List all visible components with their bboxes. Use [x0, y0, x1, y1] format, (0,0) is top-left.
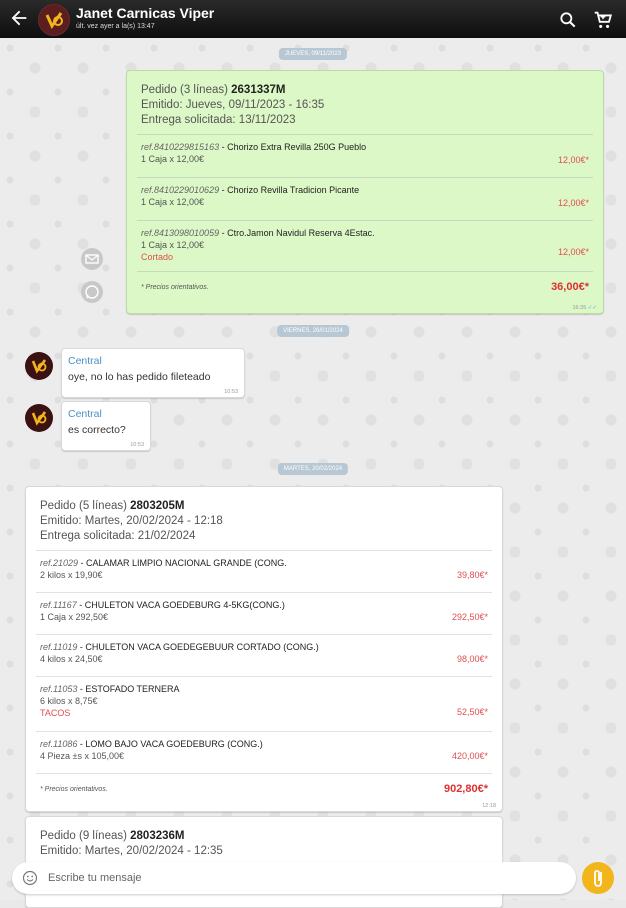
sender-name: Central [68, 355, 102, 367]
order-line: ref.21029 - CALAMAR LIMPIO NACIONAL GRAN… [36, 550, 492, 592]
order-header: Pedido (9 líneas) 2803236M Emitido: Mart… [26, 817, 502, 865]
date-chip: JUEVES, 09/11/2023 [278, 48, 348, 60]
order-title: Pedido (5 líneas) [40, 500, 131, 512]
line-ref: ref.11086 [40, 739, 78, 749]
order-footer: * Precios orientativos. 36,00€* [137, 271, 593, 302]
order-title: Pedido (9 líneas) [40, 830, 131, 842]
line-product: - Chorizo Revilla Tradicion Picante [219, 185, 360, 195]
date-chip: MARTES, 20/02/2024 [277, 463, 349, 475]
line-ref: ref.8413098010059 [141, 228, 220, 238]
line-note: Cortado [141, 252, 174, 262]
line-quantity: 6 kilos x 8,75€ [40, 696, 98, 706]
order-line: ref.11167 - CHULETON VACA GOEDEBURG 4-5K… [36, 592, 492, 634]
date-chip: VIERNES, 26/01/2024 [277, 325, 349, 337]
attach-button[interactable] [582, 862, 614, 894]
chat-header: Janet Carnicas Viper últ. vez ayer a la(… [0, 0, 626, 38]
line-product: - CALAMAR LIMPIO NACIONAL GRANDE (CONG. [78, 558, 287, 568]
back-arrow-icon[interactable] [8, 7, 30, 29]
line-ref: ref.11167 [40, 600, 77, 610]
order-line: ref.8410229815163 - Chorizo Extra Revill… [137, 134, 593, 177]
message-time: 10:53 [224, 389, 238, 395]
line-quantity: 1 Caja x 12,00€ [141, 197, 205, 207]
line-ref: ref.21029 [40, 558, 79, 568]
line-price: 292,50€* [451, 612, 488, 622]
emoji-icon[interactable] [22, 870, 38, 886]
message-input-bar[interactable]: Escribe tu mensaje [12, 862, 576, 894]
contact-name[interactable]: Janet Carnicas Viper [76, 5, 214, 21]
price-disclaimer: * Precios orientativos. [40, 786, 108, 793]
order-footer: * Precios orientativos. 902,80€* [36, 773, 492, 804]
order-header: Pedido (3 líneas) 2631337M Emitido: Juev… [127, 71, 603, 134]
line-price: 420,00€* [451, 751, 488, 761]
line-price: 12,00€* [557, 247, 589, 257]
line-note: TACOS [40, 708, 71, 718]
line-quantity: 4 kilos x 24,50€ [40, 654, 103, 664]
line-quantity: 1 Caja x 292,50€ [40, 612, 109, 622]
line-product: - Ctro.Jamon Navidul Reserva 4Estac. [219, 228, 375, 238]
line-quantity: 1 Caja x 12,00€ [141, 240, 205, 250]
message-time: 10:53 [130, 442, 144, 448]
cart-icon[interactable] [592, 9, 614, 31]
line-product: - Chorizo Extra Revilla 250G Pueblo [219, 142, 367, 152]
order-number: 2631337M [231, 84, 286, 96]
whatsapp-share-icon[interactable] [81, 281, 103, 303]
contact-avatar[interactable] [38, 4, 70, 36]
order-bubble-sent[interactable]: Pedido (3 líneas) 2631337M Emitido: Juev… [126, 70, 604, 314]
order-number: 2803205M [130, 500, 185, 512]
message-time: 12:18 [482, 803, 496, 809]
line-ref: ref.11053 [40, 684, 78, 694]
order-emitted: Emitido: Martes, 20/02/2024 - 12:35 [40, 845, 223, 857]
line-price: 12,00€* [557, 198, 589, 208]
search-icon[interactable] [558, 10, 578, 30]
line-ref: ref.11019 [40, 642, 78, 652]
line-ref: ref.8410229010629 [141, 185, 220, 195]
line-price: 12,00€* [557, 155, 589, 165]
read-ticks-icon: ✓✓ [587, 305, 597, 311]
order-number: 2803236M [130, 830, 185, 842]
price-disclaimer: * Precios orientativos. [141, 284, 209, 291]
order-delivery: Entrega solicitada: 13/11/2023 [141, 114, 296, 126]
sender-name: Central [68, 408, 102, 420]
order-total: 36,00€* [551, 281, 589, 293]
message-bubble-received[interactable]: Central oye, no lo has pedido fileteado … [61, 348, 245, 398]
line-price: 52,50€* [456, 707, 488, 717]
order-emitted: Emitido: Jueves, 09/11/2023 - 16:35 [141, 99, 325, 111]
last-seen: últ. vez ayer a la(s) 13:47 [76, 23, 155, 30]
message-text: es correcto? [68, 424, 126, 436]
sender-avatar [25, 352, 53, 380]
email-share-icon[interactable] [81, 248, 103, 270]
line-quantity: 2 kilos x 19,90€ [40, 570, 103, 580]
order-line: ref.11019 - CHULETON VACA GOEDEGEBUUR CO… [36, 634, 492, 676]
line-price: 98,00€* [456, 654, 488, 664]
line-quantity: 1 Caja x 12,00€ [141, 154, 205, 164]
line-ref: ref.8410229815163 [141, 142, 220, 152]
order-emitted: Emitido: Martes, 20/02/2024 - 12:18 [40, 515, 223, 527]
line-product: - CHULETON VACA GOEDEBURG 4-5KG(CONG.) [76, 600, 285, 610]
message-time: 16:35 ✓✓ [572, 305, 597, 311]
message-bubble-received[interactable]: Central es correcto? 10:53 [61, 401, 151, 451]
order-header: Pedido (5 líneas) 2803205M Emitido: Mart… [26, 487, 502, 550]
order-total: 902,80€* [443, 783, 488, 795]
order-line: ref.11053 - ESTOFADO TERNERA 6 kilos x 8… [36, 676, 492, 731]
line-product: - CHULETON VACA GOEDEGEBUUR CORTADO (CON… [77, 642, 319, 652]
message-text: oye, no lo has pedido fileteado [68, 371, 211, 383]
line-quantity: 4 Pieza ±s x 105,00€ [40, 751, 124, 761]
sender-avatar [25, 404, 53, 432]
order-bubble-received[interactable]: Pedido (5 líneas) 2803205M Emitido: Mart… [25, 486, 503, 812]
order-delivery: Entrega solicitada: 21/02/2024 [40, 530, 196, 542]
line-product: - ESTOFADO TERNERA [77, 684, 180, 694]
line-price: 39,80€* [456, 570, 488, 580]
order-line: ref.11086 - LOMO BAJO VACA GOEDEBURG (CO… [36, 731, 492, 773]
line-product: - LOMO BAJO VACA GOEDEBURG (CONG.) [77, 739, 263, 749]
message-input[interactable]: Escribe tu mensaje [48, 872, 142, 884]
order-title: Pedido (3 líneas) [141, 84, 232, 96]
order-line: ref.8413098010059 - Ctro.Jamon Navidul R… [137, 220, 593, 271]
paperclip-icon [594, 870, 602, 887]
order-line: ref.8410229010629 - Chorizo Revilla Trad… [137, 177, 593, 220]
